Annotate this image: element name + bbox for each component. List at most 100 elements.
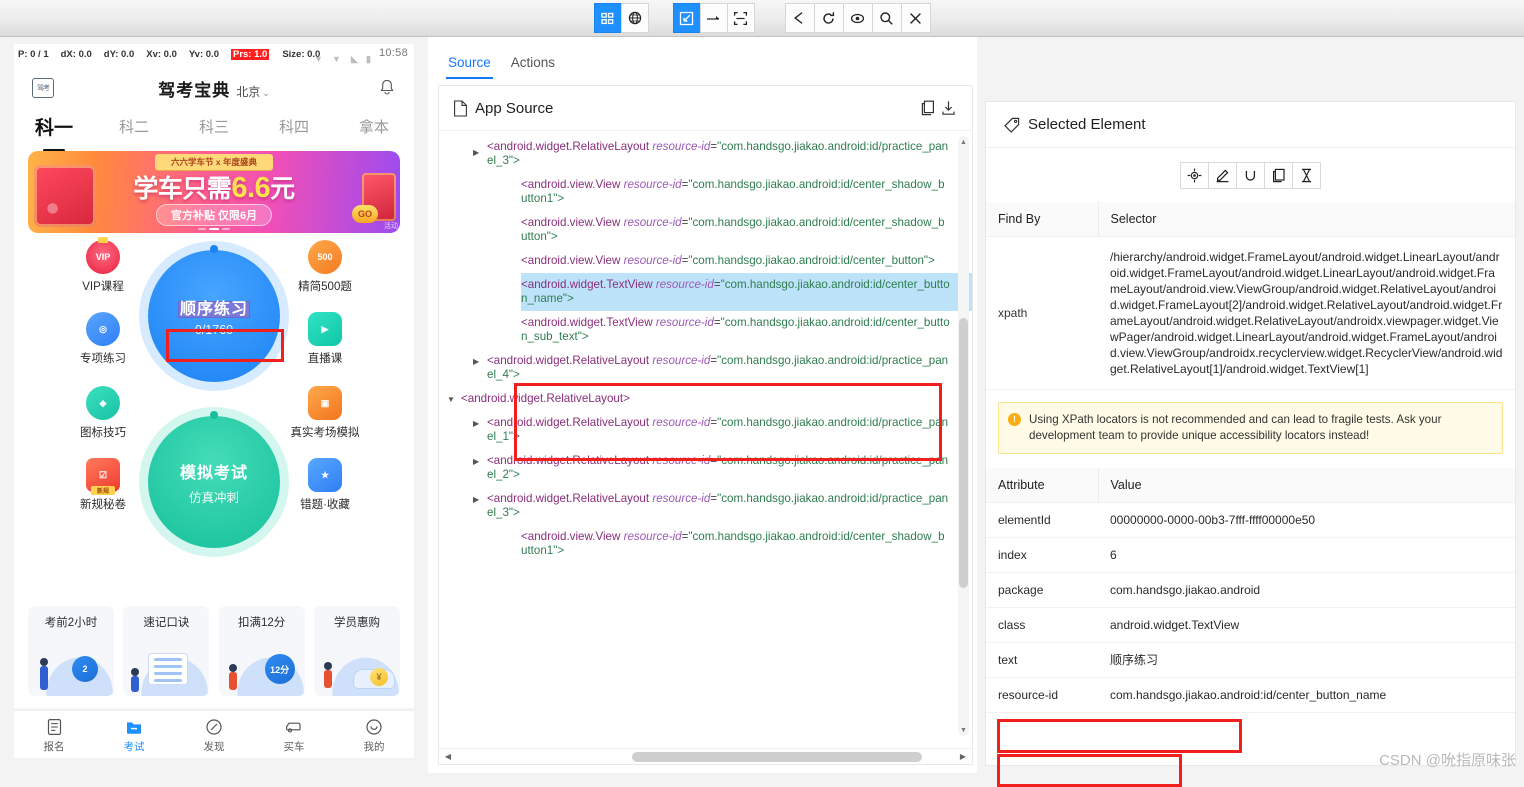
node-attr: resource-id bbox=[655, 278, 714, 291]
promo-card-student-deals[interactable]: 学员惠购 ¥ bbox=[313, 606, 400, 696]
chevron-right-icon[interactable]: ▶ bbox=[473, 417, 483, 428]
tab-subject-4[interactable]: 科四 bbox=[254, 116, 334, 137]
tree-node[interactable]: ▶ <android.widget.RelativeLayout resourc… bbox=[439, 411, 972, 449]
crosshair-icon-button[interactable] bbox=[1180, 161, 1209, 189]
device-screenshot[interactable]: P: 0 / 1 dX: 0.0 dY: 0.0 Xv: 0.0 Yv: 0.0… bbox=[14, 44, 414, 766]
feature-500-questions[interactable]: 500 精简500题 bbox=[280, 240, 370, 294]
table-row[interactable]: resource-id com.handsgo.jiakao.android:i… bbox=[986, 677, 1515, 713]
table-row[interactable]: elementId 00000000-0000-00b3-7fff-ffff00… bbox=[986, 502, 1515, 538]
copy-icon-button[interactable] bbox=[918, 97, 938, 119]
bell-icon[interactable] bbox=[378, 78, 396, 98]
promo-banner[interactable]: 六六学车节 x 年度盛典 学车只需6.6元 官方补贴 仅限6月 GO 活动 bbox=[28, 151, 400, 233]
tab-actions[interactable]: Actions bbox=[501, 55, 565, 79]
feature-sign-skills[interactable]: ◈ 图标技巧 bbox=[58, 386, 148, 440]
mock-exam-button[interactable]: 模拟考试 仿真冲刺 bbox=[148, 411, 280, 548]
node-tag: <android.widget.RelativeLayout bbox=[487, 416, 650, 429]
tree-node[interactable]: ▶ <android.widget.RelativeLayout resourc… bbox=[439, 140, 972, 173]
nav-item-discover[interactable]: 发现 bbox=[174, 716, 254, 754]
select-element-icon-button[interactable] bbox=[672, 3, 701, 33]
triangle-glyph: ▼ bbox=[332, 54, 341, 64]
feature-live-class[interactable]: ▶ 直播课 bbox=[280, 312, 370, 366]
tree-node[interactable]: ▶ <android.widget.RelativeLayout resourc… bbox=[439, 487, 972, 525]
table-row[interactable]: package com.handsgo.jiakao.android bbox=[986, 572, 1515, 608]
search-icon-button[interactable] bbox=[871, 3, 902, 33]
close-icon-button[interactable] bbox=[900, 3, 931, 33]
table-row[interactable]: index 6 bbox=[986, 537, 1515, 573]
chevron-right-icon[interactable]: ▶ bbox=[473, 493, 483, 504]
table-row-class[interactable]: class android.widget.TextView bbox=[986, 607, 1515, 643]
node-attr: resource-id bbox=[655, 316, 714, 329]
column-header-attribute: Attribute bbox=[986, 468, 1099, 503]
promo-card-exam-2h[interactable]: 考前2小时 2 bbox=[28, 606, 114, 696]
city-selector[interactable]: 北京 ⌄ bbox=[236, 83, 270, 100]
scrollbar-track[interactable] bbox=[457, 751, 954, 762]
promo-card-mnemonics[interactable]: 速记口诀 bbox=[123, 606, 210, 696]
refresh-icon-button[interactable] bbox=[813, 3, 844, 33]
hourglass-icon-button[interactable] bbox=[1292, 161, 1321, 189]
battery-icon: ▮ bbox=[366, 54, 371, 64]
icon-glyph: ◈ bbox=[99, 397, 107, 408]
tab-get-license[interactable]: 拿本 bbox=[334, 116, 414, 137]
swipe-icon-button[interactable] bbox=[699, 3, 728, 33]
chevron-right-icon[interactable]: ▶ bbox=[473, 455, 483, 466]
tab-subject-2[interactable]: 科二 bbox=[94, 116, 174, 137]
live-class-icon: ▶ bbox=[308, 312, 342, 346]
banner-go-button[interactable]: GO bbox=[352, 205, 378, 223]
tree-node[interactable]: ▼ <android.widget.RelativeLayout> bbox=[439, 387, 972, 411]
sequential-practice-button[interactable]: 顺序练习 0/1760 bbox=[148, 245, 280, 382]
back-arrow-icon-button[interactable] bbox=[784, 3, 815, 33]
feature-new-rules[interactable]: ☑ 新规 新规秘卷 bbox=[58, 458, 148, 512]
app-source-tree[interactable]: ▶ <android.widget.RelativeLayout resourc… bbox=[439, 132, 972, 749]
pencil-icon-button[interactable] bbox=[1208, 161, 1237, 189]
tree-node[interactable]: ▶ <android.widget.RelativeLayout resourc… bbox=[439, 349, 972, 387]
attribute-value: com.handsgo.jiakao.android:id/center_but… bbox=[1098, 677, 1515, 713]
tree-node-selected[interactable]: <android.widget.TextView resource-id="co… bbox=[439, 273, 972, 311]
scroll-left-icon[interactable]: ◀ bbox=[439, 752, 457, 761]
tree-node[interactable]: <android.view.View resource-id="com.hand… bbox=[439, 525, 972, 563]
attribute-table-wrap: Attribute Value elementId 00000000-0000-… bbox=[986, 468, 1515, 713]
tab-source[interactable]: Source bbox=[438, 55, 501, 79]
download-icon-button[interactable] bbox=[938, 97, 958, 119]
scrollbar-thumb[interactable] bbox=[959, 318, 968, 588]
scroll-down-icon[interactable]: ▼ bbox=[958, 724, 969, 736]
tab-subject-1[interactable]: 科一 bbox=[14, 113, 94, 152]
triangle-glyph: ▼ bbox=[314, 54, 323, 64]
promo-card-12-points[interactable]: 扣满12分 12分 bbox=[218, 606, 305, 696]
nav-item-buy-car[interactable]: 买车 bbox=[254, 716, 334, 754]
banner-dot[interactable] bbox=[222, 228, 230, 230]
grid-icon-button[interactable] bbox=[593, 3, 622, 33]
feature-real-exam-sim[interactable]: ▣ 真实考场模拟 bbox=[280, 386, 370, 440]
tree-node[interactable]: ▶ <android.widget.RelativeLayout resourc… bbox=[439, 449, 972, 487]
banner-dot-active[interactable] bbox=[209, 228, 219, 230]
feature-targeted-practice[interactable]: ◎ 专项练习 bbox=[58, 312, 148, 366]
tree-node[interactable]: <android.view.View resource-id="com.hand… bbox=[439, 249, 972, 273]
table-row[interactable]: xpath /hierarchy/android.widget.FrameLay… bbox=[986, 236, 1515, 390]
tab-subject-3[interactable]: 科三 bbox=[174, 116, 254, 137]
scroll-up-icon[interactable]: ▲ bbox=[958, 136, 969, 148]
source-horizontal-scrollbar[interactable]: ◀ ▶ bbox=[439, 748, 972, 764]
tree-node[interactable]: <android.view.View resource-id="com.hand… bbox=[439, 173, 972, 211]
tree-node[interactable]: <android.widget.TextView resource-id="co… bbox=[439, 311, 972, 349]
nav-item-enroll[interactable]: 报名 bbox=[14, 716, 94, 754]
globe-icon-button[interactable] bbox=[620, 3, 649, 33]
eye-icon-button[interactable] bbox=[842, 3, 873, 33]
banner-dot[interactable] bbox=[198, 228, 206, 230]
scrollbar-thumb[interactable] bbox=[632, 751, 922, 762]
chevron-right-icon[interactable]: ▶ bbox=[473, 146, 483, 157]
feature-vip-course[interactable]: VIP VIP课程 bbox=[58, 237, 148, 294]
feature-wrong-and-favorites[interactable]: ★ 错题·收藏 bbox=[280, 458, 370, 512]
tap-icon-button[interactable] bbox=[726, 3, 755, 33]
nav-item-profile[interactable]: 我的 bbox=[334, 716, 414, 754]
chevron-right-icon[interactable]: ▶ bbox=[473, 355, 483, 366]
globe-icon bbox=[628, 11, 641, 25]
nav-item-exam[interactable]: 考试 bbox=[94, 716, 174, 754]
table-row-text[interactable]: text 顺序练习 bbox=[986, 642, 1515, 678]
document-illustration bbox=[149, 654, 188, 684]
source-vertical-scrollbar[interactable]: ▲ ▼ bbox=[958, 136, 969, 736]
copy-icon-button[interactable] bbox=[1264, 161, 1293, 189]
tree-node[interactable]: <android.view.View resource-id="com.hand… bbox=[439, 211, 972, 249]
scroll-right-icon[interactable]: ▶ bbox=[954, 752, 972, 761]
undo-icon-button[interactable] bbox=[1236, 161, 1265, 189]
banner-ribbon: 六六学车节 x 年度盛典 bbox=[155, 154, 273, 170]
chevron-down-icon[interactable]: ▼ bbox=[447, 393, 457, 404]
